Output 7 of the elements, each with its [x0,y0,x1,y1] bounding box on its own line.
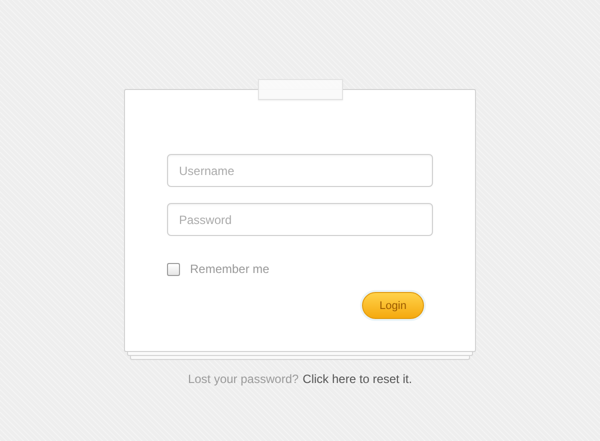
password-field[interactable]: Password [167,203,433,236]
remember-label: Remember me [190,262,270,276]
reset-link[interactable]: Click here to reset it. [302,372,412,386]
remember-checkbox[interactable] [167,262,180,276]
login-button[interactable]: Login [362,292,424,319]
lost-password-text: Lost your password? [188,372,299,386]
username-field[interactable]: Username [167,154,433,187]
